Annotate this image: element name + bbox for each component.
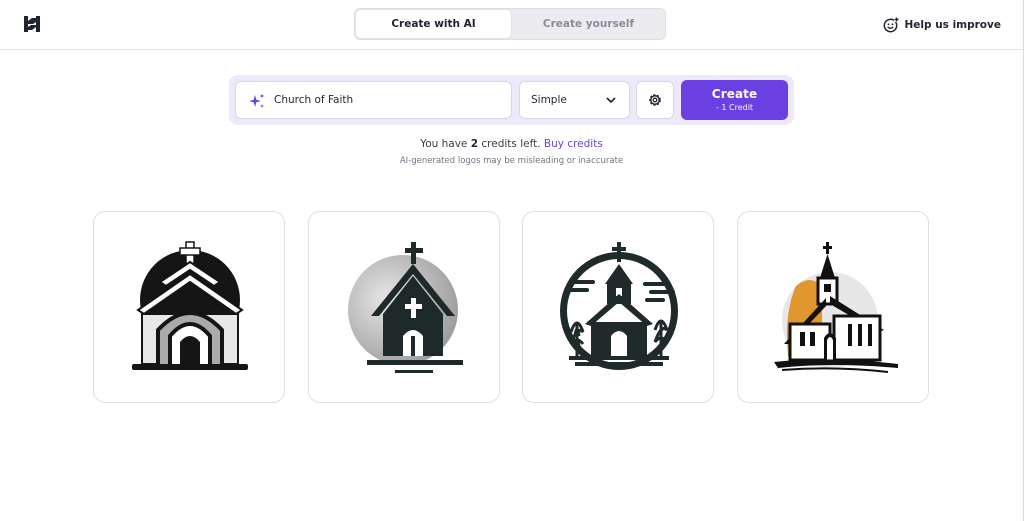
top-bar: Create with AI Create yourself Help us i…	[0, 0, 1023, 50]
smiley-plus-icon	[883, 17, 899, 33]
logo-option-2[interactable]	[308, 211, 500, 403]
credits-info: You have 2 credits left. Buy credits	[0, 138, 1023, 150]
church-logo-icon	[132, 241, 248, 370]
buy-credits-link[interactable]: Buy credits	[544, 138, 603, 150]
logo-option-3[interactable]	[522, 211, 714, 403]
prompt-input[interactable]: Church of Faith	[235, 81, 512, 119]
style-select[interactable]: Simple	[519, 81, 630, 119]
prompt-value: Church of Faith	[274, 94, 354, 106]
church-logo-icon	[774, 242, 898, 373]
sparkle-icon	[249, 93, 265, 108]
logo-option-1[interactable]	[93, 211, 285, 403]
church-logo-icon	[560, 242, 678, 370]
chevron-down-icon	[606, 97, 616, 104]
brand-h-logo-icon[interactable]	[22, 14, 42, 34]
tab-create-yourself[interactable]: Create yourself	[512, 10, 665, 38]
style-select-value: Simple	[531, 94, 567, 106]
create-button-label: Create	[711, 87, 758, 101]
help-label: Help us improve	[904, 19, 1001, 31]
prompt-bar: Church of Faith Simple Create - 1 Credit	[229, 75, 794, 125]
credits-prefix: You have	[420, 138, 468, 150]
create-button-cost: - 1 Credit	[715, 103, 754, 112]
create-button[interactable]: Create - 1 Credit	[681, 80, 788, 120]
credits-count: 2	[470, 138, 479, 150]
church-logo-icon	[348, 242, 463, 373]
help-us-improve-link[interactable]: Help us improve	[883, 16, 1001, 34]
logo-option-4[interactable]	[737, 211, 929, 403]
credits-suffix: credits left.	[481, 138, 541, 150]
settings-button[interactable]	[636, 81, 674, 119]
mode-tabs: Create with AI Create yourself	[354, 8, 666, 40]
ai-disclaimer: AI-generated logos may be misleading or …	[399, 156, 624, 166]
gear-icon	[649, 94, 661, 106]
tab-create-with-ai[interactable]: Create with AI	[356, 10, 511, 38]
